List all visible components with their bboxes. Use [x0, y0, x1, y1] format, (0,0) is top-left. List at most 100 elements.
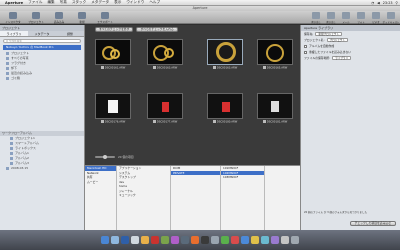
documents-stack-icon[interactable] [281, 236, 289, 244]
column-item[interactable]: ムービー [85, 180, 116, 185]
album-icon [10, 146, 13, 150]
thumbnail[interactable]: DSC00165.ARW [255, 39, 295, 71]
column: 101MSDCF 102MSDCF 103MSDCF [221, 166, 265, 231]
item-count: 20 個の項目 [118, 155, 134, 159]
system-preferences-icon[interactable] [211, 236, 219, 244]
mail-icon [342, 12, 350, 19]
thumbnail[interactable]: DSC00177.ARW [145, 93, 185, 125]
app-icon[interactable] [251, 236, 259, 244]
toolbar-button-r4[interactable]: フォト [355, 12, 367, 24]
thumbnail-caption: DSC00180.ARW [207, 120, 243, 124]
finder-icon[interactable] [101, 236, 109, 244]
menu-help[interactable]: ヘルプ [149, 0, 160, 5]
file-location-select[interactable]: ライブラリ [332, 56, 352, 60]
calendar-icon[interactable] [151, 236, 159, 244]
date-item[interactable]: 2008.03.15 [0, 166, 84, 171]
menu-window[interactable]: ウインドウ [126, 0, 144, 5]
safari-icon[interactable] [121, 236, 129, 244]
app-icon[interactable] [271, 236, 279, 244]
album-icon [10, 136, 13, 140]
photo-icon [357, 12, 365, 19]
thumbnail-image [207, 93, 243, 119]
browser-bottom-bar: 20 個の項目 [85, 153, 300, 161]
toolbar-import-button[interactable]: 読み込み [49, 12, 69, 24]
menu-app[interactable]: Aperture [5, 1, 23, 5]
column: DCIM PRIVATE [171, 166, 221, 231]
app-icon[interactable] [231, 236, 239, 244]
menu-photo[interactable]: 写真 [60, 0, 67, 5]
toolbar-button-r6[interactable]: ポッドキャスト [383, 12, 399, 24]
menu-edit[interactable]: 編集 [47, 0, 54, 5]
ichat-icon[interactable] [161, 236, 169, 244]
itunes-icon[interactable] [171, 236, 179, 244]
photos-icon [6, 56, 9, 60]
toolbar-export-button[interactable]: エクスポート [95, 12, 115, 24]
iphoto-icon[interactable] [191, 236, 199, 244]
clock[interactable]: 23:23 [383, 1, 393, 5]
toolbar: インスペクタ プロジェクト 読み込み 新規 エクスポート 書き出し 書き出し メ… [0, 11, 400, 24]
thumbnail-caption: DSC00163.ARW [147, 66, 183, 70]
toolbar-button-r5[interactable]: ビデオ [370, 12, 382, 24]
project-name-field[interactable]: プロジェクト [326, 38, 349, 42]
app-icon[interactable] [241, 236, 249, 244]
tab-adjustments[interactable]: 調整 [56, 31, 84, 36]
check-all-button[interactable]: すべてのチェックを入れる [136, 26, 178, 32]
thumbnail[interactable]: DSC00176.ARW [93, 93, 133, 125]
thumbnail-selected[interactable]: DSC00163.ARW [205, 39, 245, 71]
podcast-icon [387, 12, 395, 19]
thumbnail[interactable]: DSC00180.ARW [205, 93, 245, 125]
uncheck-all-button[interactable]: すべてのチェックを外す [95, 26, 134, 32]
terminal-icon[interactable] [201, 236, 209, 244]
menu-stack[interactable]: スタック [72, 0, 86, 5]
thumbnail[interactable]: DSC00181.ARW [255, 93, 295, 125]
dock [0, 230, 400, 250]
toolbar-new-button[interactable]: 新規 [72, 12, 92, 24]
new-icon [78, 12, 86, 19]
video-icon [372, 12, 380, 19]
toolbar-button-r1[interactable]: 書き出し [310, 12, 322, 24]
check-icon [100, 66, 104, 69]
menu-view[interactable]: 表示 [114, 0, 121, 5]
tab-library[interactable]: ライブラリ [0, 31, 28, 36]
thumbnail-caption: DSC00177.ARW [147, 120, 183, 124]
thumbnail[interactable]: DSC00161.ARW [93, 39, 133, 71]
import-checked-button[interactable]: チェックした項目を読み込む [349, 221, 396, 226]
import-icon [55, 12, 63, 19]
spotlight-icon[interactable]: ⚲ [396, 1, 398, 5]
destination-select[interactable]: 新規プロジェクト [315, 32, 343, 36]
auto-album-checkbox[interactable] [304, 44, 307, 48]
thumbnail-image [147, 39, 183, 65]
thumbnail-size-slider[interactable] [95, 154, 115, 159]
app-icon[interactable] [261, 236, 269, 244]
tab-metadata[interactable]: メタデータ [28, 31, 56, 36]
slider-knob[interactable] [103, 154, 107, 159]
app-icon[interactable] [221, 236, 229, 244]
toolbar-button-r3[interactable]: メール [340, 12, 352, 24]
album-icon [10, 151, 13, 155]
output-icon [327, 12, 335, 19]
thumbnail-caption: DSC00176.ARW [95, 120, 131, 124]
mail-icon[interactable] [131, 236, 139, 244]
thumbnail[interactable]: DSC00163.ARW [145, 39, 185, 71]
wifi-icon[interactable]: ◔ [371, 1, 374, 5]
toolbar-inspector-button[interactable]: インスペクタ [3, 12, 23, 24]
volume-icon[interactable]: ◀ [377, 1, 380, 5]
toolbar-button-r2[interactable]: 書き出し [325, 12, 337, 24]
address-book-icon[interactable] [141, 236, 149, 244]
import-source-device[interactable]: Nobuyo Yochiru の MacBook Pro [3, 45, 81, 50]
import-inspector: Aperture ライブラリ 保存先: 新規プロジェクト プロジェクト名: プロ… [300, 25, 400, 230]
menu-metadata[interactable]: メタデータ [91, 0, 109, 5]
column-item[interactable]: 103MSDCF [221, 175, 264, 180]
column-item[interactable]: ミュージック [117, 193, 170, 198]
dashboard-icon[interactable] [111, 236, 119, 244]
thumbnail-image [95, 39, 131, 65]
library-search-input[interactable]: Q 全部を検索 [3, 39, 81, 43]
skip-duplicates-checkbox[interactable] [304, 50, 307, 54]
aperture-icon[interactable] [181, 236, 189, 244]
toolbar-project-button[interactable]: プロジェクト [26, 12, 46, 24]
trash-icon[interactable] [291, 236, 299, 244]
menu-file[interactable]: ファイル [28, 0, 42, 5]
column-item[interactable]: PRIVATE [171, 170, 220, 175]
project-icon [32, 12, 40, 19]
check-icon [100, 120, 104, 123]
